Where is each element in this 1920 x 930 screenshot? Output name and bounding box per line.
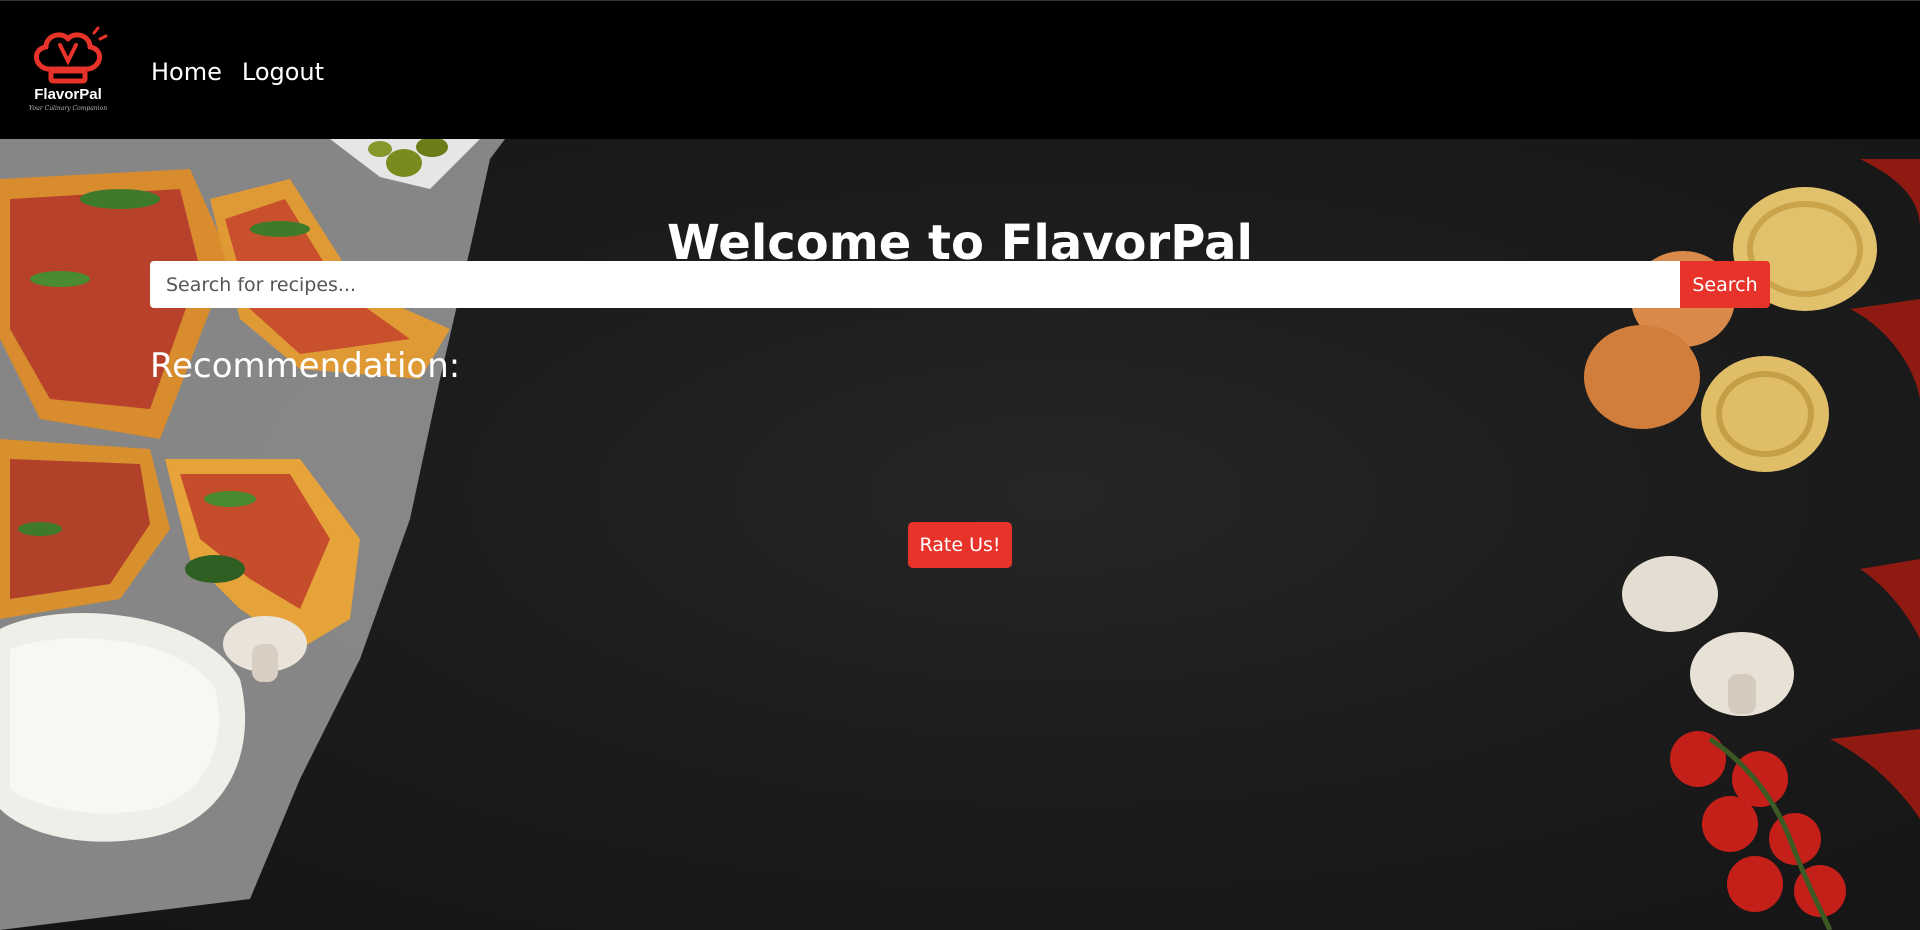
chef-hat-icon (34, 26, 108, 84)
nav-links: Home Logout (151, 57, 324, 87)
brand-logo[interactable]: FlavorPal Your Culinary Companion (20, 25, 116, 117)
brand-tagline: Your Culinary Companion (28, 105, 108, 112)
mushrooms-icon (1622, 556, 1794, 716)
recipe-search-form: Search (150, 261, 1770, 308)
navbar: FlavorPal Your Culinary Companion Home L… (0, 0, 1920, 139)
nav-home-link[interactable]: Home (151, 57, 222, 87)
recipe-search-input[interactable] (150, 261, 1680, 308)
brand-name: FlavorPal (34, 86, 102, 103)
cheese-wheel-icon (0, 613, 246, 842)
nav-logout-link[interactable]: Logout (242, 57, 324, 87)
hero-section: Welcome to FlavorPal Search Recommendati… (0, 139, 1920, 930)
search-button[interactable]: Search (1680, 261, 1770, 308)
recommendation-heading: Recommendation: (150, 346, 461, 386)
cherry-tomatoes-icon (1670, 731, 1846, 917)
rate-us-button[interactable]: Rate Us! (908, 522, 1012, 568)
